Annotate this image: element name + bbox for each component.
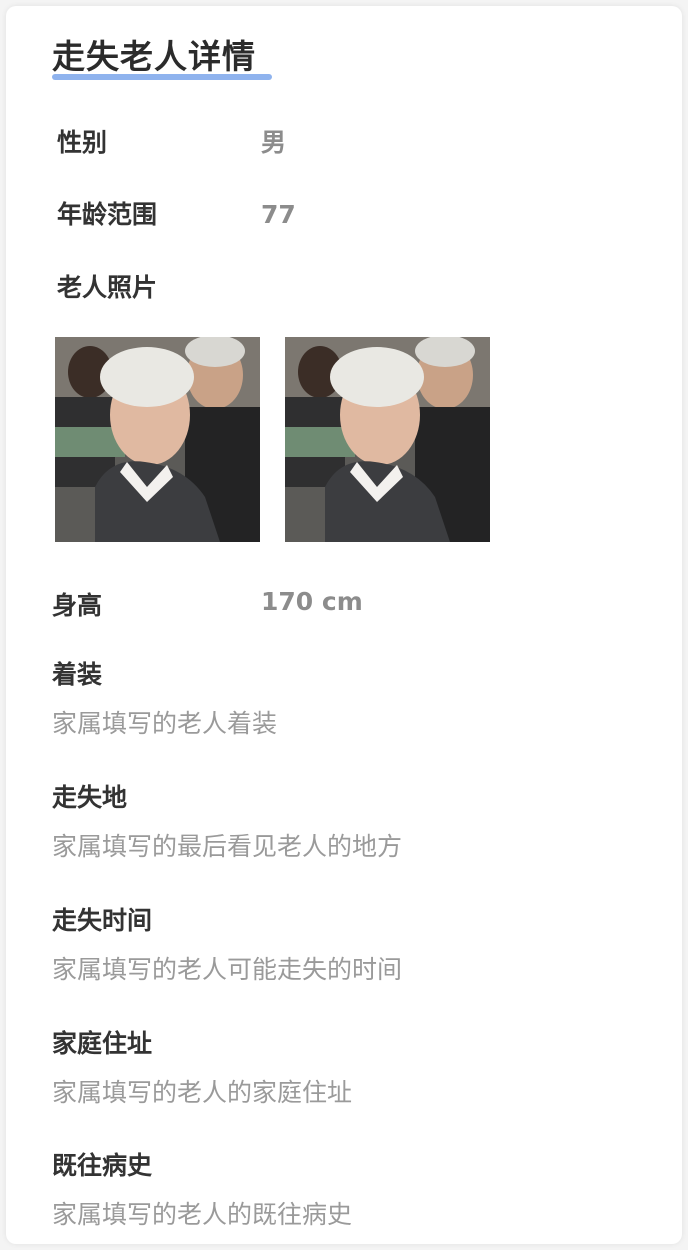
lost-location-value: 家属填写的最后看见老人的地方 (52, 832, 403, 861)
lost-location-label: 走失地 (52, 783, 128, 812)
photos-label: 老人照片 (57, 273, 158, 302)
elder-photo[interactable] (285, 337, 490, 542)
photo-gallery (55, 337, 490, 542)
medical-history-label: 既往病史 (52, 1151, 153, 1180)
details-card: 走失老人详情 性别 男 年龄范围 77 老人照片 身高 170 cm 着装 家属… (6, 6, 682, 1244)
clothing-label: 着装 (52, 660, 103, 689)
page: 走失老人详情 性别 男 年龄范围 77 老人照片 身高 170 cm 着装 家属… (0, 0, 688, 1250)
lost-time-value: 家属填写的老人可能走失的时间 (52, 955, 403, 984)
title-underline (52, 74, 272, 80)
medical-history-value: 家属填写的老人的既往病史 (52, 1200, 353, 1229)
elder-photo[interactable] (55, 337, 260, 542)
height-value: 170 cm (261, 587, 363, 616)
clothing-value: 家属填写的老人着装 (52, 709, 278, 738)
home-address-value: 家属填写的老人的家庭住址 (52, 1078, 353, 1107)
age-value: 77 (261, 200, 296, 229)
age-label: 年龄范围 (57, 200, 158, 229)
gender-label: 性别 (57, 128, 108, 157)
page-title: 走失老人详情 (52, 37, 256, 76)
home-address-label: 家庭住址 (52, 1029, 153, 1058)
lost-time-label: 走失时间 (52, 906, 153, 935)
gender-value: 男 (261, 128, 287, 157)
height-label: 身高 (52, 591, 103, 620)
